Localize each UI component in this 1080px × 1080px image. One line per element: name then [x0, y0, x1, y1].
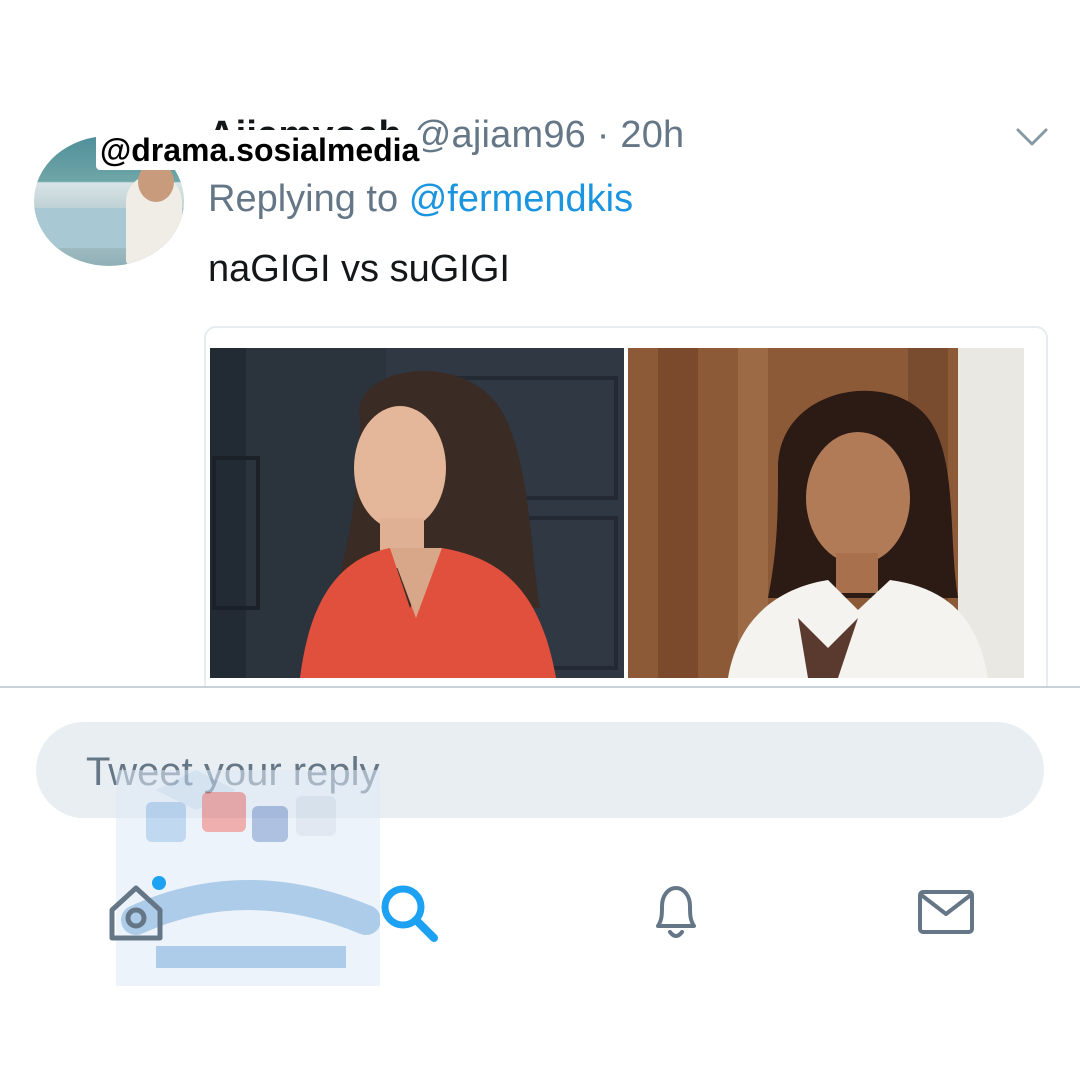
nav-search[interactable]	[368, 872, 448, 952]
messages-icon	[918, 890, 974, 934]
tweet-media[interactable]	[204, 326, 1048, 688]
replying-to-line: Replying to @fermendkis	[208, 178, 633, 221]
woman-in-white-blouse-photo	[628, 348, 1024, 678]
tweet-text: naGIGI vs suGIGI	[208, 248, 510, 290]
search-icon	[381, 885, 438, 942]
author-handle[interactable]: @ajiam96	[413, 114, 586, 156]
woman-in-red-dress-photo	[210, 348, 624, 678]
media-photo-left[interactable]	[210, 348, 624, 678]
media-photo-right[interactable]	[628, 348, 1024, 678]
nav-notifications[interactable]	[636, 872, 716, 952]
home-notification-dot	[152, 876, 166, 890]
replying-mention-link[interactable]: @fermendkis	[409, 178, 633, 220]
nav-messages[interactable]	[906, 872, 986, 952]
chevron-down-icon[interactable]	[1014, 122, 1050, 150]
tweet-card[interactable]: Ajiamyoah @ajiam96 · 20h @drama.sosialme…	[0, 0, 1080, 688]
watermark-handle: @drama.sosialmedia	[96, 130, 424, 170]
notifications-icon	[656, 886, 696, 938]
tweet-timestamp[interactable]: 20h	[620, 114, 684, 156]
header-separator: ·	[596, 114, 610, 156]
replying-label: Replying to	[208, 178, 399, 220]
divider	[0, 686, 1080, 688]
